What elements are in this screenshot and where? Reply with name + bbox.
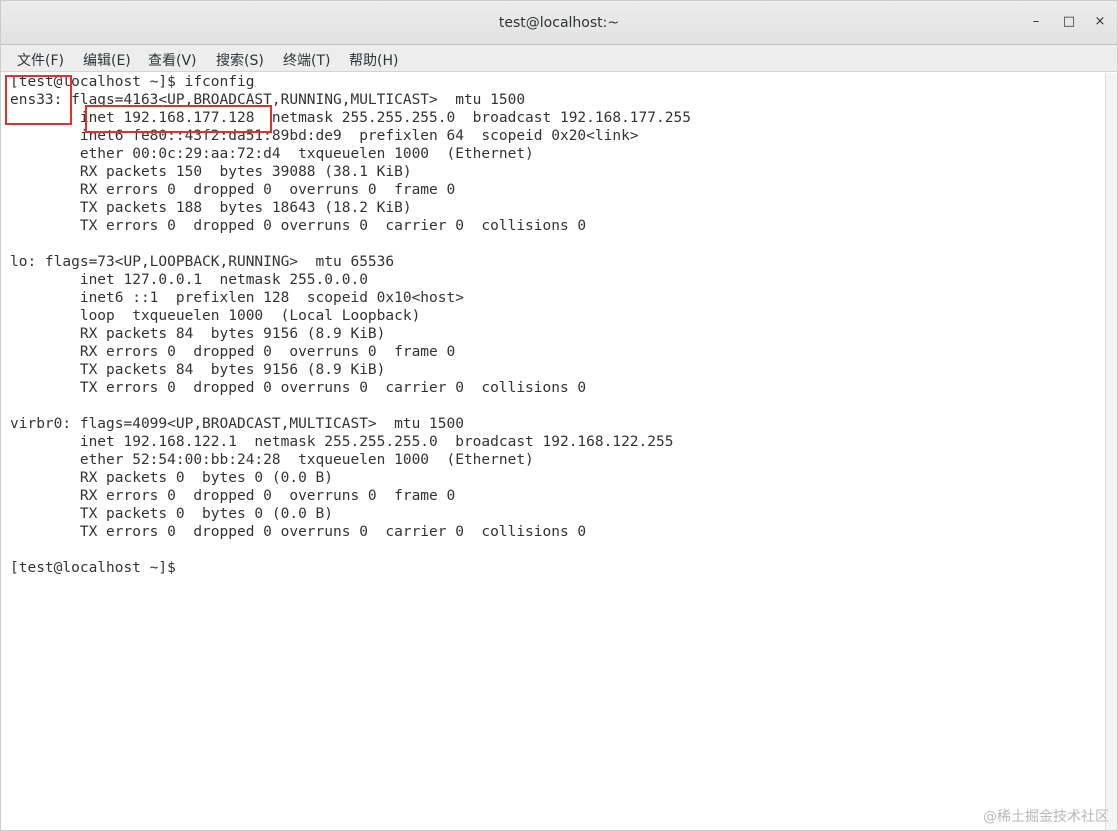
terminal-line: lo: flags=73<UP,LOOPBACK,RUNNING> mtu 65…	[10, 254, 395, 270]
close-icon[interactable]: ×	[1091, 13, 1109, 31]
terminal-line: virbr0: flags=4099<UP,BROADCAST,MULTICAS…	[10, 416, 464, 432]
terminal-line: RX errors 0 dropped 0 overruns 0 frame 0	[10, 488, 456, 504]
maximize-icon[interactable]: □	[1060, 13, 1078, 31]
terminal-area[interactable]: [test@localhost ~]$ ifconfig ens33: flag…	[1, 73, 1106, 830]
terminal-line: TX packets 188 bytes 18643 (18.2 KiB)	[10, 200, 412, 216]
terminal-line: ether 00:0c:29:aa:72:d4 txqueuelen 1000 …	[10, 146, 534, 162]
terminal-line: inet 192.168.122.1 netmask 255.255.255.0…	[10, 434, 674, 450]
terminal-line: RX errors 0 dropped 0 overruns 0 frame 0	[10, 182, 456, 198]
menu-view[interactable]: 查看(V)	[148, 50, 197, 70]
highlight-box-inet	[85, 105, 272, 133]
terminal-line: RX errors 0 dropped 0 overruns 0 frame 0	[10, 344, 456, 360]
vertical-scrollbar[interactable]	[1105, 73, 1117, 830]
highlight-box-prompt	[5, 75, 72, 125]
terminal-line: RX packets 0 bytes 0 (0.0 B)	[10, 470, 334, 486]
terminal-line: ether 52:54:00:bb:24:28 txqueuelen 1000 …	[10, 452, 534, 468]
menu-search[interactable]: 搜索(S)	[216, 50, 264, 70]
terminal-line: [test@localhost ~]$	[10, 560, 185, 576]
terminal-line: TX packets 84 bytes 9156 (8.9 KiB)	[10, 362, 386, 378]
terminal-line: TX packets 0 bytes 0 (0.0 B)	[10, 506, 334, 522]
terminal-line: RX packets 84 bytes 9156 (8.9 KiB)	[10, 326, 386, 342]
menu-edit[interactable]: 编辑(E)	[83, 50, 131, 70]
terminal-line: RX packets 150 bytes 39088 (38.1 KiB)	[10, 164, 412, 180]
terminal-line: loop txqueuelen 1000 (Local Loopback)	[10, 308, 421, 324]
menu-help[interactable]: 帮助(H)	[349, 50, 398, 70]
menu-bar: 文件(F) 编辑(E) 查看(V) 搜索(S) 终端(T) 帮助(H)	[1, 45, 1117, 72]
terminal-window: test@localhost:~ – □ × 文件(F) 编辑(E) 查看(V)…	[0, 0, 1118, 831]
terminal-line: TX errors 0 dropped 0 overruns 0 carrier…	[10, 380, 587, 396]
minimize-icon[interactable]: –	[1027, 13, 1045, 31]
menu-file[interactable]: 文件(F)	[17, 50, 64, 70]
terminal-line: inet6 ::1 prefixlen 128 scopeid 0x10<hos…	[10, 290, 464, 306]
window-title: test@localhost:~	[498, 15, 620, 31]
terminal-line: inet 127.0.0.1 netmask 255.0.0.0	[10, 272, 368, 288]
watermark: @稀土掘金技术社区	[983, 809, 1109, 825]
terminal-output: [test@localhost ~]$ ifconfig ens33: flag…	[10, 73, 691, 577]
title-bar[interactable]: test@localhost:~ – □ ×	[1, 1, 1117, 45]
terminal-line: TX errors 0 dropped 0 overruns 0 carrier…	[10, 524, 587, 540]
menu-terminal[interactable]: 终端(T)	[283, 50, 330, 70]
terminal-line: TX errors 0 dropped 0 overruns 0 carrier…	[10, 218, 587, 234]
